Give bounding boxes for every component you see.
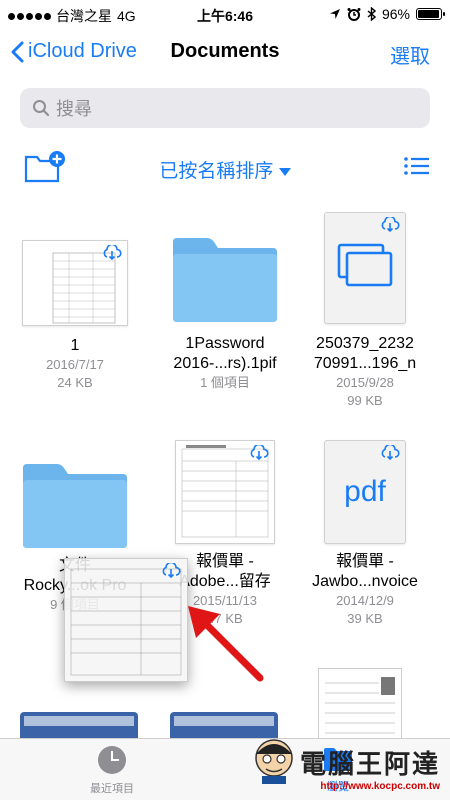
file-date: 2014/12/9	[336, 593, 394, 608]
folder-icon	[19, 462, 131, 550]
status-right: 96%	[329, 6, 445, 22]
search-field[interactable]: 搜尋	[20, 88, 430, 128]
list-view-button[interactable]	[404, 156, 430, 181]
file-size: 99 KB	[347, 393, 383, 408]
tab-bar: 最近項目 瀏覽 電腦王阿達 http://www.kocpc.com.tw	[0, 738, 450, 800]
file-name: 1	[70, 337, 80, 354]
file-item[interactable]: 1 2016/7/17 24 KB	[10, 208, 140, 392]
dragged-file-preview[interactable]	[64, 558, 188, 682]
file-name-line2: 70991...196_n	[313, 355, 417, 372]
page-title: Documents	[170, 40, 280, 62]
watermark-url: http://www.kocpc.com.tw	[320, 781, 440, 792]
file-name: 250379_2232	[316, 335, 414, 352]
tab-recents[interactable]: 最近項目	[52, 745, 172, 796]
keynote-thumbnail	[324, 212, 406, 324]
cloud-download-icon	[250, 445, 269, 461]
cloud-download-icon	[381, 445, 400, 461]
folder-count: 1 個項目	[200, 375, 250, 390]
location-icon	[329, 9, 340, 19]
clock-icon	[98, 746, 126, 774]
pdf-label: pdf	[344, 475, 386, 508]
pdf-thumbnail: pdf	[324, 440, 406, 544]
status-bar: 台灣之星 4G 上午6:46 96%	[0, 0, 450, 30]
folder-item[interactable]: 1Password 2016-...rs).1pif 1 個項目	[160, 208, 290, 392]
battery-icon	[416, 8, 445, 20]
file-name: 報價單 -	[336, 553, 394, 570]
spreadsheet-thumbnail	[22, 240, 128, 326]
form-thumbnail	[175, 440, 275, 544]
sort-label: 已按名稱排序	[159, 161, 274, 182]
file-date: 2016/7/17	[46, 357, 104, 372]
search-icon	[33, 100, 50, 117]
file-item[interactable]: pdf 報價單 - Jawbo...nvoice 2014/12/9 39 KB	[300, 440, 430, 628]
folder-icon	[169, 236, 281, 324]
toolbar: 已按名稱排序	[0, 148, 450, 188]
red-arrow-annotation	[188, 606, 264, 682]
cloud-download-icon	[103, 245, 122, 261]
search-placeholder: 搜尋	[56, 99, 92, 119]
bluetooth-icon	[367, 7, 376, 21]
cloud-download-icon	[381, 217, 400, 233]
watermark: 電腦王阿達 http://www.kocpc.com.tw	[255, 739, 440, 792]
watermark-title: 電腦王阿達	[299, 749, 440, 779]
file-item[interactable]: 250379_2232 70991...196_n 2015/9/28 99 K…	[300, 208, 430, 410]
navigation-bar: iCloud Drive Documents 選取	[0, 30, 450, 74]
sort-dropdown[interactable]: 已按名稱排序	[0, 156, 450, 183]
folder-name-line2: 2016-...rs).1pif	[173, 355, 277, 372]
tab-recents-label: 最近項目	[90, 783, 134, 795]
file-size: 24 KB	[57, 375, 93, 390]
folder-name: 1Password	[185, 335, 265, 352]
mascot-logo	[255, 739, 293, 784]
file-name-line2: Jawbo...nvoice	[312, 573, 418, 590]
battery-percent: 96%	[381, 6, 410, 22]
select-button[interactable]: 選取	[390, 40, 430, 69]
list-view-icon	[404, 157, 429, 175]
file-date: 2015/9/28	[336, 375, 394, 390]
cloud-download-icon	[162, 563, 181, 579]
file-size: 39 KB	[347, 611, 383, 626]
caret-down-icon	[278, 167, 291, 176]
alarm-icon	[347, 8, 361, 21]
